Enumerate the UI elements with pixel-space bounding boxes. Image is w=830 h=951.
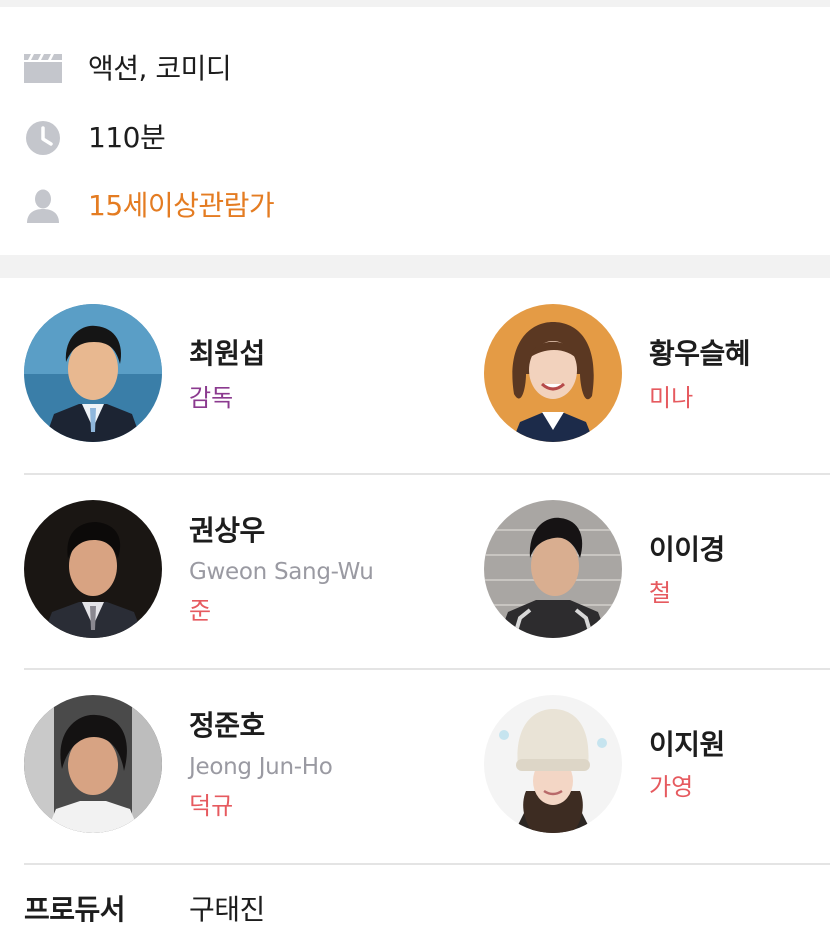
cast-name-english: Gweon Sang-Wu [189, 559, 374, 585]
divider [24, 473, 830, 475]
runtime-text: 110분 [88, 121, 166, 154]
cast-name[interactable]: 최원섭 [189, 337, 265, 371]
clock-icon [24, 120, 62, 156]
cast-photo-hwang-woo-seul-hye[interactable] [484, 304, 622, 442]
cast-list-card: 최원섭 감독 황우슬혜 미나 권상우 Gweon Sang-Wu 준 이이경 철… [0, 278, 830, 951]
genre-row: 액션, 코미디 [0, 44, 830, 94]
cast-role: 덕규 [189, 792, 234, 820]
cast-role: 미나 [649, 384, 694, 412]
cast-role: 가영 [649, 773, 694, 801]
runtime-row: 110분 [0, 113, 830, 163]
cast-name[interactable]: 정준호 [189, 709, 265, 743]
divider [24, 863, 830, 865]
cast-role: 감독 [189, 384, 234, 412]
cast-name[interactable]: 권상우 [189, 514, 265, 548]
cast-name[interactable]: 이이경 [649, 533, 725, 567]
divider [24, 668, 830, 670]
genre-text: 액션, 코미디 [88, 52, 232, 85]
cast-photo-lee-ji-won[interactable] [484, 695, 622, 833]
producer-name[interactable]: 구태진 [189, 893, 265, 927]
cast-name-english: Jeong Jun-Ho [189, 754, 333, 780]
cast-photo-jeong-jun-ho[interactable] [24, 695, 162, 833]
cast-photo-kwon-sang-woo[interactable] [24, 500, 162, 638]
rating-row: 15세이상관람가 [0, 181, 830, 231]
cast-photo-choi-won-seop[interactable] [24, 304, 162, 442]
cast-role: 준 [189, 597, 212, 625]
cast-photo-lee-yi-kyung[interactable] [484, 500, 622, 638]
producer-label: 프로듀서 [24, 893, 126, 926]
cast-name[interactable]: 황우슬혜 [649, 337, 751, 371]
age-rating-text: 15세이상관람가 [88, 189, 275, 222]
cast-name[interactable]: 이지원 [649, 728, 725, 762]
cast-role: 철 [649, 579, 672, 607]
movie-info-card: 액션, 코미디 110분 15세이상관람가 [0, 7, 830, 255]
person-icon [24, 188, 62, 224]
clapperboard-icon [24, 51, 62, 87]
